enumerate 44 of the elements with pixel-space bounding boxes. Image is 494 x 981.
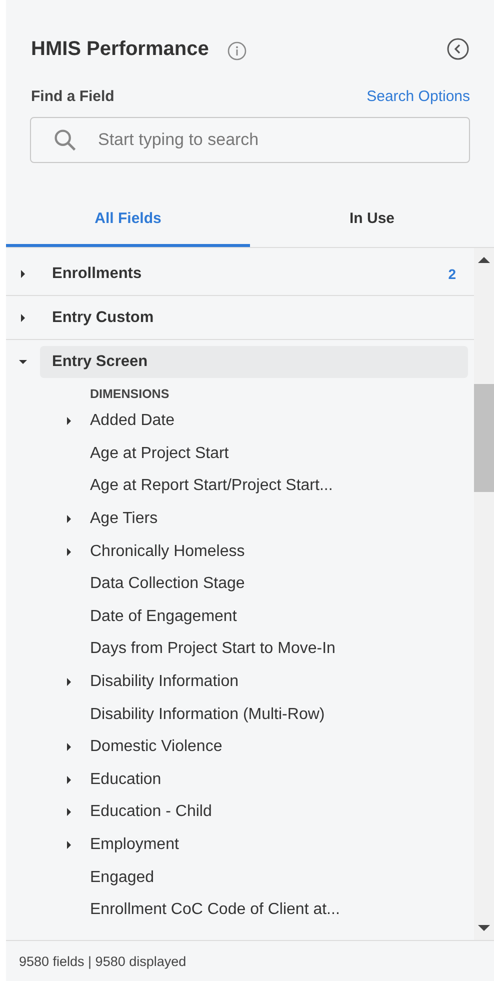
field-item[interactable]: Days from Project Start to Move-In <box>90 640 336 658</box>
search-options-link[interactable]: Search Options <box>366 88 470 105</box>
field-item[interactable]: Education - Child <box>90 803 212 822</box>
caret-right-icon[interactable] <box>64 742 74 752</box>
field-item[interactable]: Domestic Violence <box>90 738 222 756</box>
field-item[interactable]: Employment <box>90 836 179 854</box>
field-item[interactable]: Age Tiers <box>90 510 158 528</box>
field-item[interactable]: Engaged <box>90 868 154 887</box>
scrollbar[interactable] <box>474 248 494 940</box>
caret-right-icon[interactable] <box>64 807 74 818</box>
scroll-down-icon[interactable] <box>478 924 490 932</box>
caret-right-icon[interactable] <box>64 840 74 850</box>
category-item[interactable]: Entry Screen <box>40 346 468 378</box>
search-icon <box>52 127 78 153</box>
scroll-up-icon[interactable] <box>478 256 490 264</box>
field-item[interactable]: Added Date <box>90 412 175 430</box>
caret-right-icon[interactable] <box>18 312 28 322</box>
caret-right-icon[interactable] <box>64 546 74 557</box>
caret-right-icon[interactable] <box>64 677 74 688</box>
search-label: Find a Field <box>31 88 114 105</box>
search-field[interactable]: Start typing to search <box>30 117 470 163</box>
status-text: 9580 fields | 9580 displayed <box>18 952 188 971</box>
field-item[interactable]: Disability Information <box>90 673 238 692</box>
field-item[interactable]: Enrollment CoC Code of Client at... <box>90 901 340 920</box>
section-heading: DIMENSIONS <box>89 387 170 403</box>
field-item[interactable]: Data Collection Stage <box>90 575 245 594</box>
scrollbar-thumb[interactable] <box>474 384 494 492</box>
field-item[interactable]: Age at Project Start <box>90 444 229 463</box>
caret-right-icon[interactable] <box>18 268 28 278</box>
field-item[interactable]: Age at Report Start/Project Start... <box>90 477 333 496</box>
info-icon[interactable] <box>226 41 247 61</box>
category-item[interactable]: Enrollments 2 <box>40 258 468 290</box>
field-item[interactable]: Disability Information (Multi-Row) <box>90 706 325 724</box>
tab[interactable]: In Use <box>250 199 494 247</box>
caret-right-icon[interactable] <box>64 774 74 785</box>
collapse-panel-icon[interactable] <box>446 37 470 61</box>
field-item[interactable]: Date of Engagement <box>90 608 237 626</box>
category-item[interactable]: Entry Custom <box>40 302 468 334</box>
field-item[interactable]: Education <box>90 770 162 789</box>
caret-right-icon[interactable] <box>64 416 74 426</box>
caret-right-icon[interactable] <box>64 514 74 524</box>
tab[interactable]: All Fields <box>6 199 250 247</box>
panel-title: HMIS Performance <box>31 38 209 60</box>
field-item[interactable]: Chronically Homeless <box>90 542 245 561</box>
